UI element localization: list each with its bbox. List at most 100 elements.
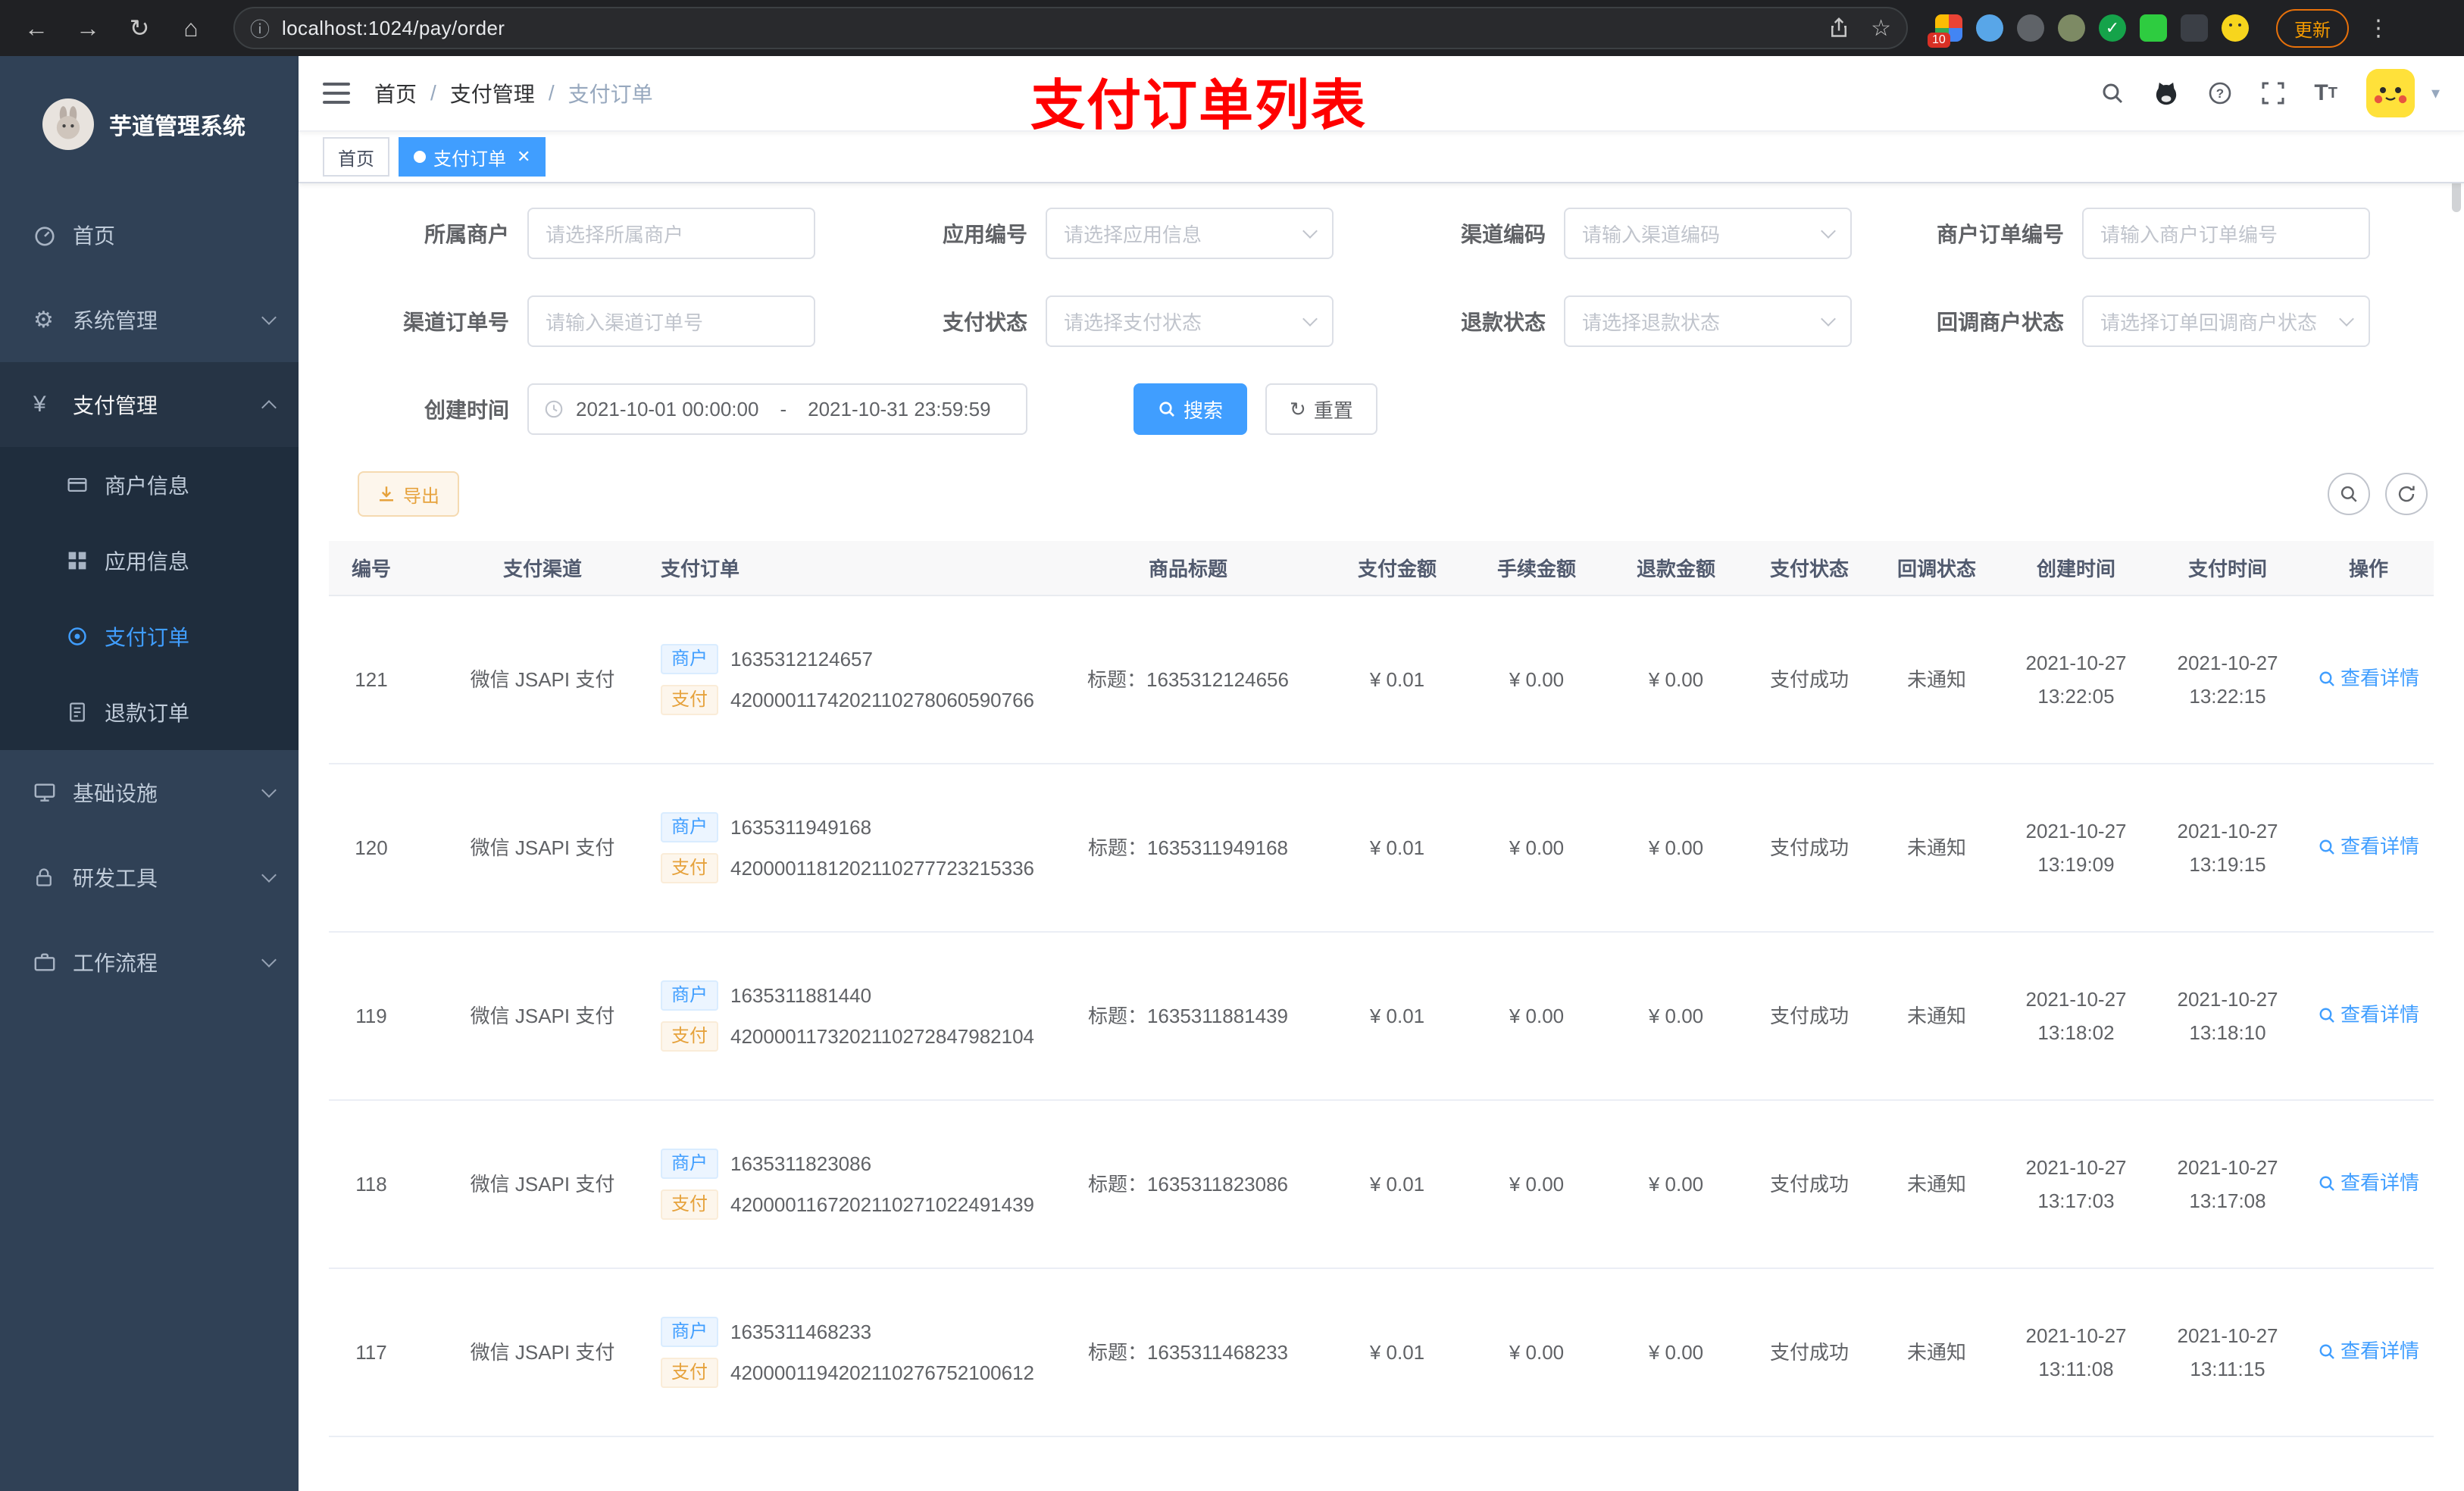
view-detail-link[interactable]: 查看详情 [2318,830,2419,863]
bookmark-star-icon[interactable]: ☆ [1871,15,1891,42]
create-time-range-picker[interactable]: 2021-10-01 00:00:00 - 2021-10-31 23:59:5… [527,383,1027,435]
app-id-select[interactable]: 请选择应用信息 [1046,208,1334,259]
clock-icon [544,399,564,419]
sidebar-item-app-info[interactable]: 应用信息 [0,523,299,599]
extension-icon-1[interactable]: 10 [1928,14,1962,48]
channel-order-no-input[interactable]: 请输入渠道订单号 [527,295,815,347]
merchant-tag: 商户 [661,643,718,674]
update-button[interactable]: 更新 [2276,8,2349,48]
breadcrumb-separator: / [430,81,436,105]
table-row: 118 微信 JSAPI 支付 商户 1635311823086 支付 420000… [329,1100,2434,1269]
extension-icon-4[interactable] [2058,14,2085,42]
sidebar-item-infrastructure[interactable]: 基础设施 [0,750,299,835]
extension-icon-3[interactable] [2017,14,2044,42]
refund-status-select[interactable]: 请选择退款状态 [1564,295,1852,347]
cell-action: 查看详情 [2303,595,2434,764]
merchant-tag: 商户 [661,1148,718,1179]
cell-pay-time: 2021-10-27 13:18:10 [2152,932,2303,1101]
filter-label: 退款状态 [1460,311,1546,334]
view-detail-link[interactable]: 查看详情 [2318,661,2419,695]
header-search-icon[interactable] [2100,81,2125,105]
font-size-icon[interactable]: TT [2314,80,2337,106]
pay-order-no: 4200001167202110271022491439 [730,1193,1035,1216]
reset-button-label: 重置 [1313,399,1353,422]
sidebar-item-dev-tools[interactable]: 研发工具 [0,835,299,920]
merchant-order-no: 1635311468233 [730,1320,872,1343]
logo-avatar-icon [42,98,94,150]
cell-order-id: 121 [329,595,439,764]
breadcrumb-payment[interactable]: 支付管理 [450,78,535,108]
cell-refund-amount: ¥ 0.00 [1606,1268,1746,1437]
filter-label: 渠道编码 [1460,223,1546,246]
table-row: 120 微信 JSAPI 支付 商户 1635311949168 支付 420000… [329,764,2434,933]
sidebar-item-label: 商户信息 [105,474,190,498]
cell-product-title: 标题：1635311823086 [1049,1100,1327,1269]
channel-code-select[interactable]: 请输入渠道编码 [1564,208,1852,259]
chevron-down-icon [1302,311,1318,327]
cell-order-id: 118 [329,1100,439,1269]
merchant-input[interactable]: 请选择所属商户 [527,208,815,259]
breadcrumb-separator: / [548,81,555,105]
pay-tag: 支付 [661,685,718,716]
browser-window: ← → ↻ ⌂ ⓘ localhost:1024/pay/order ☆ 10 … [0,0,2464,1491]
chevron-down-icon [261,310,277,325]
browser-menu-icon[interactable]: ⋮ [2358,15,2399,42]
search-button[interactable]: 搜索 [1134,383,1248,435]
pay-status-select[interactable]: 请选择支付状态 [1046,295,1334,347]
tab-pay-order[interactable]: 支付订单 ✕ [399,137,546,177]
help-icon[interactable]: ? [2208,81,2232,105]
chevron-down-icon [1821,311,1836,327]
tab-home[interactable]: 首页 [323,137,389,177]
chevron-down-icon [261,867,277,883]
notify-status-select[interactable]: 请选择订单回调商户状态 [2082,295,2370,347]
sidebar: 芋道管理系统 首页 ⚙ 系统管理 ¥ 支付管理 商户信息 应用信息 支付订单 退… [0,56,299,1491]
home-button[interactable]: ⌂ [170,7,212,49]
extension-icon-6[interactable] [2140,14,2167,42]
fullscreen-icon[interactable] [2261,81,2285,105]
sidebar-item-merchant-info[interactable]: 商户信息 [0,447,299,523]
sidebar-item-home[interactable]: 首页 [0,192,299,277]
share-icon[interactable] [1828,17,1850,39]
app-logo[interactable]: 芋道管理系统 [0,56,299,192]
table-search-toggle-button[interactable] [2328,473,2370,515]
payment-submenu: 商户信息 应用信息 支付订单 退款订单 [0,447,299,750]
view-detail-link[interactable]: 查看详情 [2318,1334,2419,1368]
merchant-tag: 商户 [661,980,718,1011]
sidebar-item-payment[interactable]: ¥ 支付管理 [0,362,299,447]
reload-button[interactable]: ↻ [118,7,161,49]
view-detail-link[interactable]: 查看详情 [2318,1166,2419,1199]
dashboard-icon [33,223,73,246]
extension-icon-7[interactable] [2181,14,2208,42]
sidebar-item-system[interactable]: ⚙ 系统管理 [0,277,299,362]
target-icon [67,626,105,647]
merchant-order-no: 1635311881440 [730,983,872,1007]
extension-icon-2[interactable] [1976,14,2003,42]
extensions-area: 10 ✓ [1928,14,2249,48]
chevron-down-icon [2339,311,2354,327]
sidebar-item-refund-order[interactable]: 退款订单 [0,674,299,750]
url-bar[interactable]: ⓘ localhost:1024/pay/order ☆ [233,7,1908,49]
export-button-label: 导出 [403,486,439,507]
cell-pay-order: 商户 1635311468233 支付 4200001194202110276752… [646,1268,1049,1437]
forward-button[interactable]: → [67,7,109,49]
back-button[interactable]: ← [15,7,58,49]
cell-create-time: 2021-10-27 13:17:03 [2000,1100,2152,1269]
caret-down-icon[interactable]: ▾ [2431,83,2440,103]
sidebar-item-workflow[interactable]: 工作流程 [0,920,299,1005]
user-avatar[interactable] [2366,69,2415,117]
close-tab-icon[interactable]: ✕ [517,147,530,167]
github-icon[interactable] [2153,80,2179,106]
sidebar-item-pay-order[interactable]: 支付订单 [0,599,299,674]
breadcrumb-home[interactable]: 首页 [374,78,417,108]
extension-icon-8[interactable] [2222,14,2249,42]
sidebar-toggle-icon[interactable] [323,83,350,104]
table-refresh-button[interactable] [2385,473,2428,515]
page-content: 所属商户 请选择所属商户 应用编号 请选择应用信息 渠道编码 请输入渠道编码 商… [299,183,2464,1491]
merchant-order-no-input[interactable]: 请输入商户订单编号 [2082,208,2370,259]
site-info-icon[interactable]: ⓘ [250,14,270,42]
view-detail-link[interactable]: 查看详情 [2318,998,2419,1031]
cell-pay-channel: 微信 JSAPI 支付 [439,595,646,764]
export-button[interactable]: 导出 [358,471,459,517]
extension-icon-5[interactable]: ✓ [2099,14,2126,42]
reset-button[interactable]: ↻ 重置 [1265,383,1377,435]
